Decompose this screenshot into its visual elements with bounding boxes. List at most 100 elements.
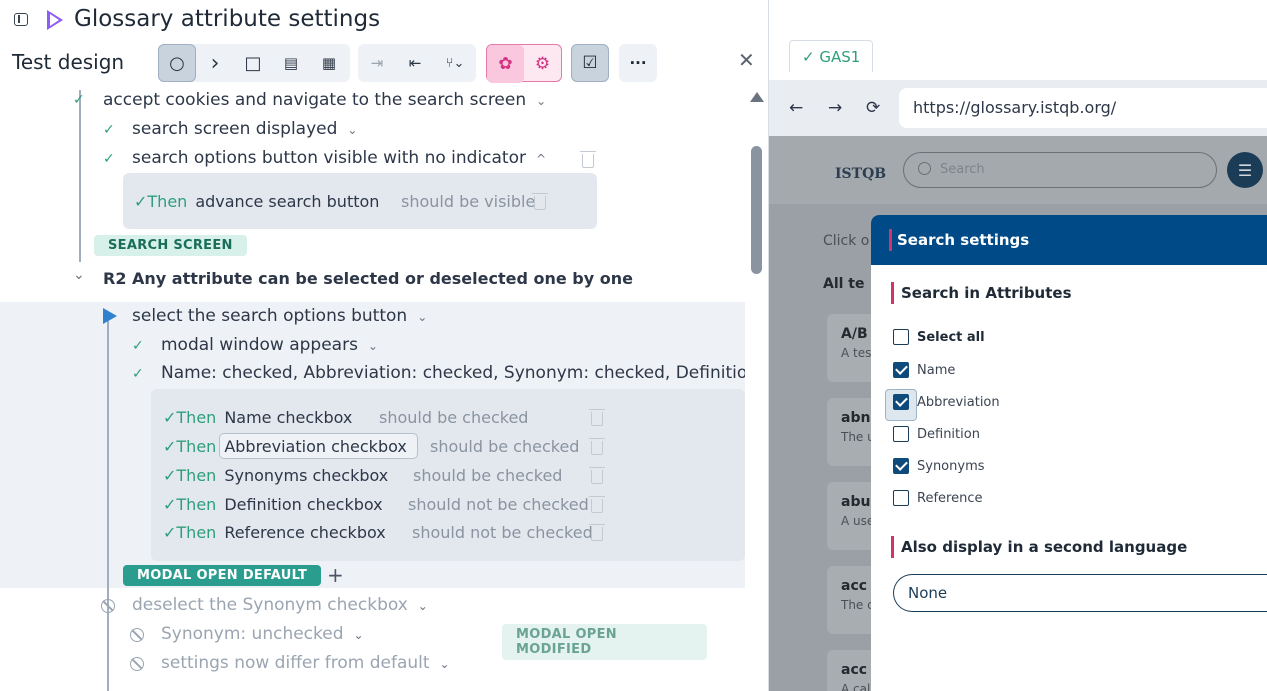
step-label: modal window appears [161,335,358,355]
name-checkbox[interactable] [893,362,909,378]
step-item[interactable]: settings now differ from default ⌄ [161,653,450,673]
step-item[interactable]: select the search options button ⌄ [132,306,427,326]
step-item[interactable]: modal window appears ⌄ [161,335,378,355]
step-label: deselect the Synonym checkbox [132,595,408,615]
attribute-row[interactable]: Abbreviation [893,394,1000,410]
reload-icon[interactable]: ⟳ [866,98,880,118]
forward-icon[interactable]: → [828,98,842,118]
chevron-down-icon[interactable]: ⌄ [418,599,428,613]
play-icon[interactable] [47,10,63,30]
trash-icon[interactable] [589,467,605,484]
filter-button[interactable]: ☰ [1227,152,1263,188]
then-row[interactable]: ✓Then Synonyms checkbox [163,466,388,485]
step-item[interactable]: search screen displayed ⌄ [132,119,357,139]
step-item[interactable]: search options button visible with no in… [132,148,546,168]
chevron-down-icon[interactable]: ⌄ [417,310,427,324]
trash-icon[interactable] [589,524,605,541]
synonyms-checkbox[interactable] [893,458,909,474]
trash-icon[interactable] [532,193,548,210]
test-design-title: Test design [12,50,125,74]
step-label: Synonym: unchecked [161,624,344,644]
back-icon[interactable]: ← [789,98,803,118]
tag-modal-open-default[interactable]: MODAL OPEN DEFAULT [123,565,322,586]
chevron-down-icon[interactable]: ⌄ [368,339,378,353]
chevron-down-icon[interactable]: ⌄ [354,628,364,642]
circle-step-button[interactable]: ○ [158,44,196,82]
scrollbar-thumb[interactable] [751,146,762,274]
browser-panel: ✓ GAS1 ← → ⟳ https://glossary.istqb.org/… [768,0,1267,691]
comment-button[interactable]: ▤ [272,44,310,82]
then-row[interactable]: ✓Then Definition checkbox [163,495,383,514]
term-title: acc [841,578,868,594]
more-button[interactable]: ··· [619,44,657,82]
istqb-logo[interactable]: ISTQB [835,166,886,182]
step-item[interactable]: Synonym: unchecked ⌄ [161,624,364,644]
trash-icon[interactable] [589,438,605,455]
attribute-row[interactable]: Definition [893,426,980,442]
browser-nav-bar: ← → ⟳ https://glossary.istqb.org/ [769,80,1267,136]
chevron-down-icon[interactable]: ⌄ [440,657,450,671]
chevron-down-icon[interactable]: ⌄ [536,94,546,108]
checkbox-label: Select all [917,329,985,345]
passed-check-icon: ✓ [132,338,144,354]
second-language-select[interactable]: None [893,574,1267,612]
comment-icon: ▤ [283,54,299,72]
sidebar-toggle-icon[interactable] [14,13,28,26]
tag-search-screen[interactable]: SEARCH SCREEN [94,235,247,256]
gear-button[interactable]: ⚙ [524,45,561,83]
step-item[interactable]: accept cookies and navigate to the searc… [103,90,546,110]
chevron-down-icon[interactable]: ⌄ [347,123,357,137]
skipped-icon [130,657,144,671]
attribute-row[interactable]: Reference [893,490,982,506]
tag-modal-open-modified[interactable]: MODAL OPEN MODIFIED [502,624,707,660]
checkbox-label: Name [917,362,956,378]
abbreviation-checkbox[interactable] [893,394,909,410]
flower-button[interactable]: ✿ [487,45,524,83]
add-tag-icon[interactable]: + [327,563,344,587]
checklist-button[interactable]: ☑ [571,44,609,82]
then-subject: Reference checkbox [224,523,386,542]
skip-to-end-button[interactable]: ⇥ [358,44,396,82]
attribute-row[interactable]: Name [893,362,955,378]
then-row[interactable]: ✓Then advance search button [134,192,379,211]
more-icon: ··· [629,54,647,72]
toolbar-step-types: ○ › □ ▤ ▦ [158,44,350,82]
branch-dropdown-button[interactable]: ⑂⌄ [434,44,476,82]
step-item[interactable]: Name: checked, Abbreviation: checked, Sy… [161,363,745,383]
then-row[interactable]: ✓Then Name checkbox [163,408,352,427]
then-keyword: ✓Then [163,437,217,456]
skip-to-start-button[interactable]: ⇤ [396,44,434,82]
search-settings-modal: Search settings Search in Attributes Sel… [871,215,1267,691]
reference-checkbox[interactable] [893,490,909,506]
attribute-row[interactable]: Synonyms [893,458,985,474]
select-all-checkbox[interactable] [893,329,909,345]
tab-gas1[interactable]: ✓ GAS1 [789,40,874,72]
url-bar[interactable]: https://glossary.istqb.org/ [899,88,1267,128]
square-step-button[interactable]: □ [234,44,272,82]
rule-chevron-icon[interactable]: ⌄ [73,267,85,283]
definition-checkbox[interactable] [893,426,909,442]
table-button[interactable]: ▦ [310,44,348,82]
skip-end-icon: ⇥ [370,54,384,72]
checklist-icon: ☑ [582,53,598,73]
rule-title[interactable]: R2 Any attribute can be selected or dese… [103,269,633,288]
select-all-row[interactable]: Select all [893,329,985,345]
then-row[interactable]: ✓Then Abbreviation checkbox [163,437,407,456]
square-icon: □ [244,52,262,74]
scroll-up-icon[interactable] [750,92,764,102]
checkbox-label: Synonyms [917,458,985,474]
step-label: search options button visible with no in… [132,148,526,168]
then-row[interactable]: ✓Then Reference checkbox [163,523,386,542]
chevron-step-button[interactable]: › [196,44,234,82]
close-panel-button[interactable]: ✕ [738,48,755,72]
passed-check-icon: ✓ [73,92,85,108]
trash-icon[interactable] [580,151,596,168]
trash-icon[interactable] [589,409,605,426]
chevron-up-icon[interactable]: ^ [536,152,546,166]
toolbar-pink-group: ✿ ⚙ [486,44,562,83]
term-title: abu [841,494,871,510]
site-search-input[interactable]: Search [903,152,1217,188]
trash-icon[interactable] [589,496,605,513]
term-sub: A use [841,514,875,528]
step-item[interactable]: deselect the Synonym checkbox ⌄ [132,595,428,615]
